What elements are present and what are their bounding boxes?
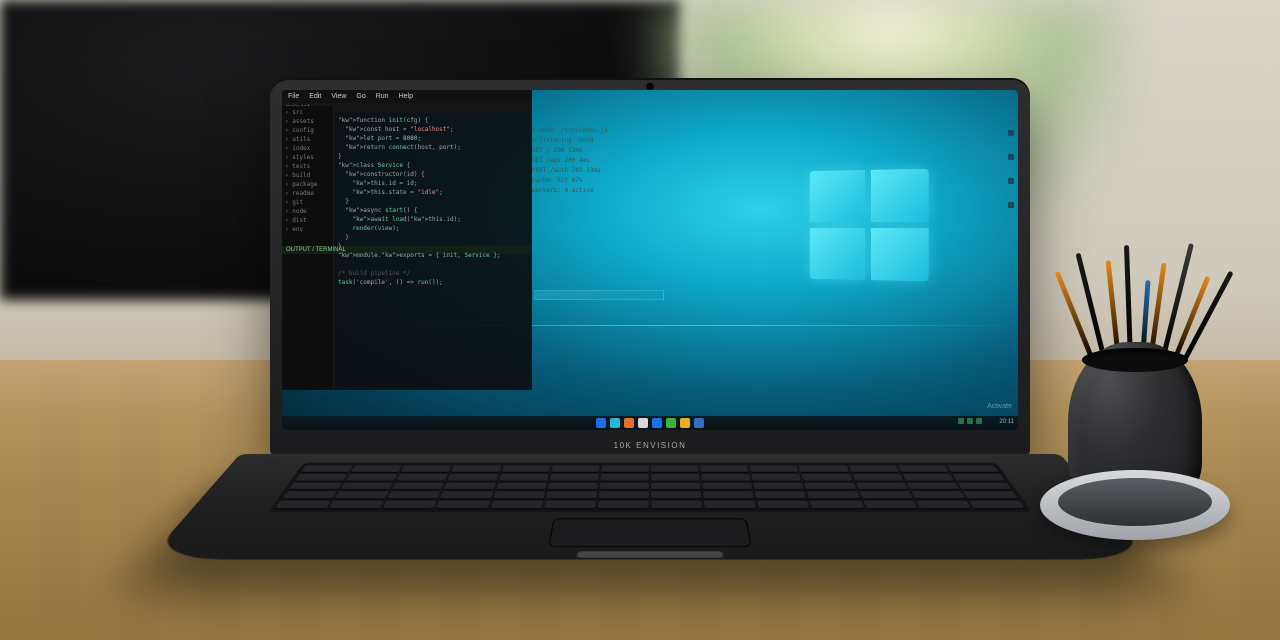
- laptop-keyboard: [268, 463, 1032, 512]
- laptop-notch: [577, 551, 724, 557]
- menu-help[interactable]: Help: [399, 93, 413, 100]
- taskbar-app-icon[interactable]: [596, 418, 606, 428]
- pen-tool: [1160, 243, 1194, 361]
- laptop-lid: 10K ENVISION Activate File Edit View Go Run H…: [270, 78, 1030, 458]
- tray-icon[interactable]: [967, 418, 973, 424]
- file-tree-item[interactable]: › tests: [285, 162, 330, 171]
- taskbar-clock: 20:11: [999, 419, 1014, 425]
- laptop-trackpad: [548, 518, 752, 547]
- laptop: 10K ENVISION Activate File Edit View Go Run H…: [270, 78, 1030, 588]
- pen-tool: [1075, 253, 1106, 361]
- laptop-screen: Activate FileEditViewGoRunHelp main.ps1 …: [282, 90, 1018, 430]
- file-tree-item[interactable]: › package: [285, 180, 330, 189]
- file-tree-item[interactable]: › styles: [285, 153, 330, 162]
- file-tree-item[interactable]: › build: [285, 171, 330, 180]
- editor-code-area[interactable]: "kw">function init(cfg) { "kw">const hos…: [334, 114, 532, 390]
- taskbar-app-icon[interactable]: [638, 418, 648, 428]
- file-tree-item[interactable]: › git: [285, 198, 330, 207]
- pen-tool: [1172, 276, 1210, 361]
- pen-tool: [1055, 271, 1095, 361]
- windows-logo-icon: [810, 169, 929, 281]
- laptop-base: [148, 454, 1153, 560]
- taskbar-app-icon[interactable]: [680, 418, 690, 428]
- file-tree-item[interactable]: › assets: [285, 117, 330, 126]
- tray-icon[interactable]: [976, 418, 982, 424]
- menu-edit[interactable]: Edit: [309, 93, 321, 100]
- file-tree-item[interactable]: › utils: [285, 135, 330, 144]
- photo-scene: 10K ENVISION Activate File Edit View Go Run H…: [0, 0, 1280, 640]
- taskbar-app-icon[interactable]: [666, 418, 676, 428]
- menu-view[interactable]: View: [331, 93, 346, 100]
- file-tree-item[interactable]: › dist: [285, 216, 330, 225]
- code-editor-window[interactable]: FileEditViewGoRunHelp main.ps1 › src› as…: [282, 90, 532, 390]
- webcam-icon: [647, 83, 654, 90]
- progress-overlay: [534, 290, 664, 300]
- editor-menubar[interactable]: File Edit View Go Run Help: [282, 90, 532, 103]
- pen-holder: [1040, 310, 1230, 540]
- file-tree-item[interactable]: › readme: [285, 189, 330, 198]
- file-tree-item[interactable]: › env: [285, 225, 330, 234]
- taskbar-app-icon[interactable]: [652, 418, 662, 428]
- menu-run[interactable]: Run: [376, 93, 389, 100]
- activate-watermark: Activate: [987, 403, 1012, 410]
- tray-icon[interactable]: [958, 418, 964, 424]
- pen-cup-saucer: [1040, 470, 1230, 540]
- menu-file[interactable]: File: [288, 93, 299, 100]
- taskbar-app-icon[interactable]: [694, 418, 704, 428]
- file-tree-item[interactable]: › src: [285, 108, 330, 117]
- file-tree-item[interactable]: › node: [285, 207, 330, 216]
- system-tray[interactable]: [958, 418, 982, 424]
- menu-go[interactable]: Go: [356, 93, 365, 100]
- desktop-right-gadgets: [1008, 130, 1014, 208]
- taskbar[interactable]: 20:11: [282, 416, 1018, 430]
- file-tree-item[interactable]: › config: [285, 126, 330, 135]
- pen-tool: [1182, 271, 1233, 362]
- terminal-output-overlay: $ node ./src/index.js> listening :8080GE…: [532, 126, 672, 196]
- laptop-brand-label: 10K ENVISION: [614, 441, 687, 450]
- taskbar-app-icon[interactable]: [624, 418, 634, 428]
- taskbar-app-icon[interactable]: [610, 418, 620, 428]
- file-tree-item[interactable]: › index: [285, 144, 330, 153]
